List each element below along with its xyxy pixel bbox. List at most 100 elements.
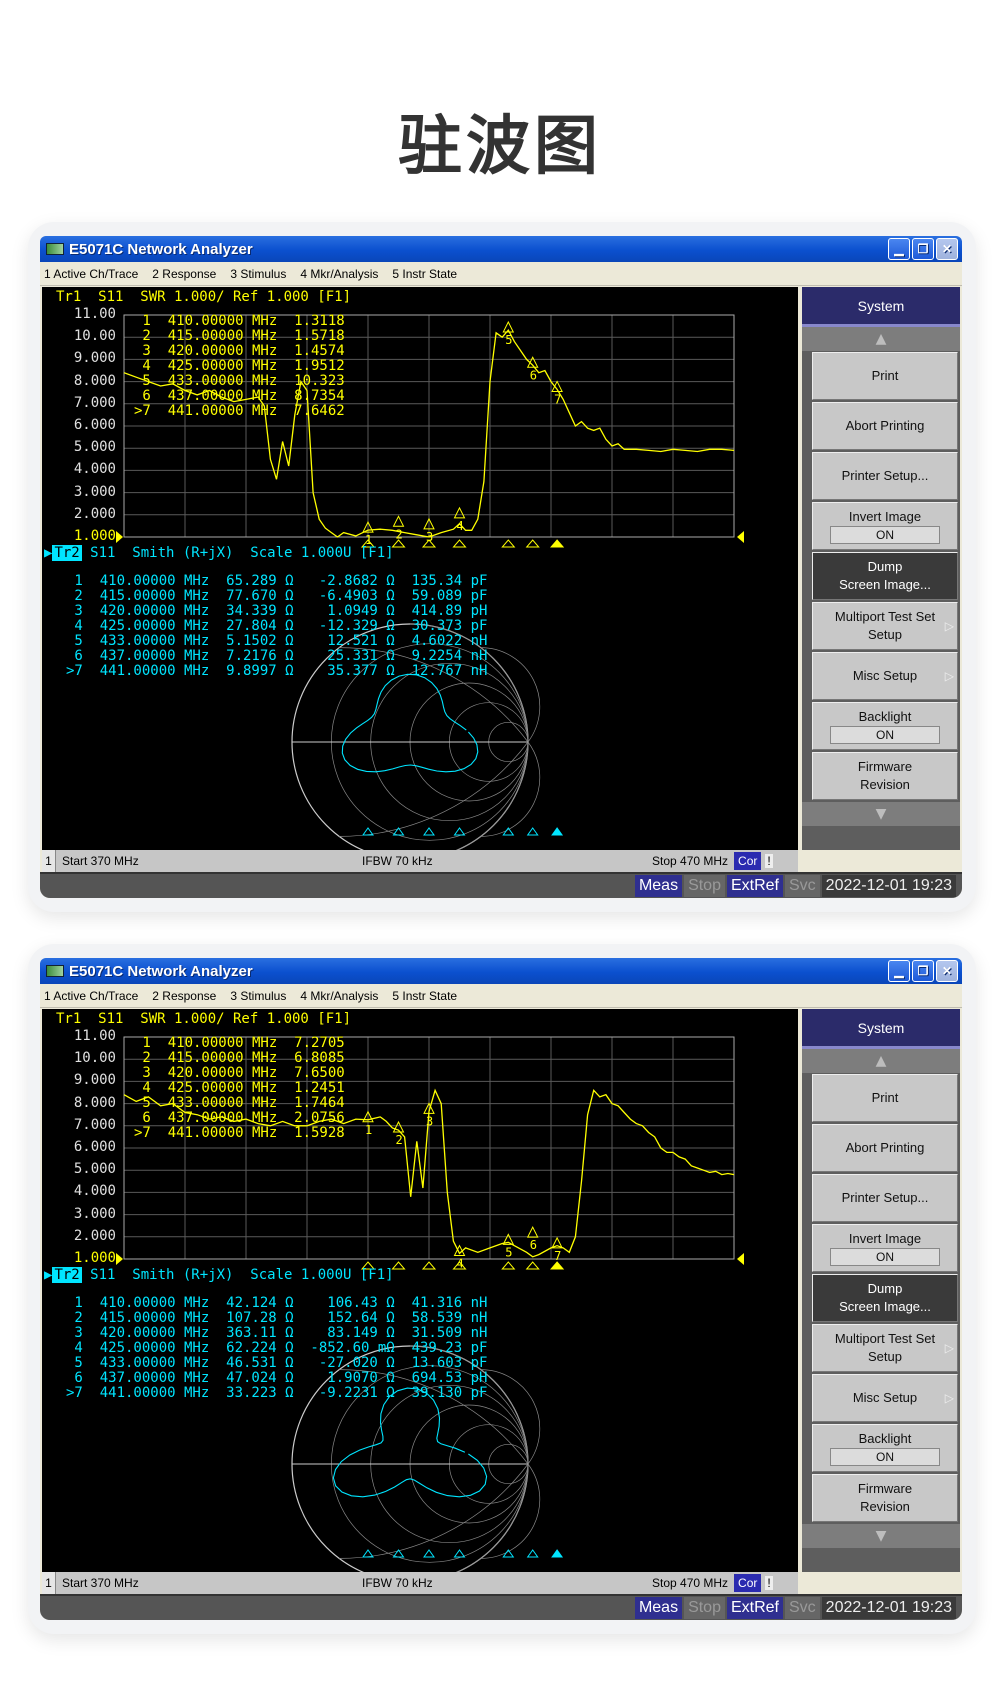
stimulus-bar: 1 Start 370 MHz IFBW 70 kHz Stop 470 MHz… (42, 1572, 798, 1594)
y-tick-label: 4.000 (48, 1183, 116, 1199)
scroll-down-icon[interactable]: ▼ (802, 1524, 960, 1548)
softkey-label: Abort Printing (846, 1139, 925, 1157)
softkey-dump-screen-image[interactable]: DumpScreen Image... (812, 552, 958, 600)
window-title: E5071C Network Analyzer (69, 241, 253, 258)
stop-frequency[interactable]: Stop 470 MHz (652, 854, 728, 868)
y-tick-label: 9.000 (48, 1072, 116, 1088)
restore-icon[interactable]: ❐ (912, 960, 934, 982)
menu-response[interactable]: 2 Response (152, 267, 216, 281)
stop-frequency[interactable]: Stop 470 MHz (652, 1576, 728, 1590)
trace-marker-label: 2 (396, 527, 403, 541)
softkey-misc-setup[interactable]: Misc Setup▷ (812, 652, 958, 700)
softkey-label: Revision (860, 1498, 910, 1516)
reference-level-icon (116, 531, 123, 543)
y-tick-label: 6.000 (48, 1139, 116, 1155)
scroll-up-icon[interactable]: ▲ (802, 1049, 960, 1073)
softkey-firmware-revision[interactable]: FirmwareRevision (812, 752, 958, 800)
softkey-backlight[interactable]: BacklightON (812, 1424, 958, 1472)
stimulus-marker-icon (502, 1262, 514, 1269)
softkey-abort-printing[interactable]: Abort Printing (812, 402, 958, 450)
reference-arrow-icon (737, 1253, 744, 1265)
softkey-label: Invert Image (849, 508, 921, 526)
menu-mkr-analysis[interactable]: 4 Mkr/Analysis (300, 989, 378, 1003)
softkey-label: Misc Setup (853, 667, 917, 685)
channel-number: 1 (42, 850, 56, 872)
tr2-marker-row: 3 420.00000 MHz 363.11 Ω 83.149 Ω 31.509… (66, 1326, 487, 1341)
tr2-header[interactable]: ▶Tr2 S11 Smith (R+jX) Scale 1.000U [F1] (44, 545, 394, 561)
y-tick-label: 5.000 (48, 439, 116, 455)
smith-trace (333, 1388, 486, 1497)
menu-mkr-analysis[interactable]: 4 Mkr/Analysis (300, 267, 378, 281)
softkey-invert-image[interactable]: Invert ImageON (812, 502, 958, 550)
tr2-marker-row: 4 425.00000 MHz 62.224 Ω -852.60 mΩ 439.… (66, 1341, 487, 1356)
softkey-print[interactable]: Print (812, 352, 958, 400)
softkey-multiport-test-set-setup[interactable]: Multiport Test SetSetup▷ (812, 602, 958, 650)
tr1-marker-row: 2 415.00000 MHz 1.5718 (134, 329, 345, 344)
softkey-backlight[interactable]: BacklightON (812, 702, 958, 750)
trace-marker-label: 5 (505, 333, 512, 347)
softkey-multiport-test-set-setup[interactable]: Multiport Test SetSetup▷ (812, 1324, 958, 1372)
restore-icon[interactable]: ❐ (912, 238, 934, 260)
y-tick-label: 4.000 (48, 461, 116, 477)
tr1-marker-row: 5 433.00000 MHz 10.323 (134, 374, 345, 389)
softkey-print[interactable]: Print (812, 1074, 958, 1122)
tr1-marker-row: 2 415.00000 MHz 6.8085 (134, 1051, 345, 1066)
close-icon[interactable]: ✕ (936, 960, 958, 982)
tr2-marker-row: 6 437.00000 MHz 7.2176 Ω 25.331 Ω 9.2254… (66, 649, 487, 664)
tr2-marker-row: 1 410.00000 MHz 65.289 Ω -2.8682 Ω 135.3… (66, 574, 487, 589)
ifbw[interactable]: IFBW 70 kHz (362, 854, 652, 868)
tr2-marker-row: 5 433.00000 MHz 5.1502 Ω 12.521 Ω 4.6022… (66, 634, 487, 649)
menu-active-ch-trace[interactable]: 1 Active Ch/Trace (44, 989, 138, 1003)
tr2-badge: Tr2 (52, 545, 81, 561)
measurement-screen: 1234567 Tr1 S11 SWR 1.000/ Ref 1.000 [F1… (42, 1009, 798, 1572)
softkey-label: Abort Printing (846, 417, 925, 435)
status-stop: Stop (684, 875, 725, 897)
ifbw[interactable]: IFBW 70 kHz (362, 1576, 652, 1590)
menu-stimulus[interactable]: 3 Stimulus (230, 989, 286, 1003)
start-frequency[interactable]: Start 370 MHz (62, 1576, 362, 1590)
softkey-invert-image[interactable]: Invert ImageON (812, 1224, 958, 1272)
softkey-printer-setup[interactable]: Printer Setup... (812, 1174, 958, 1222)
tr2-header[interactable]: ▶Tr2 S11 Smith (R+jX) Scale 1.000U [F1] (44, 1267, 394, 1283)
scroll-down-icon[interactable]: ▼ (802, 802, 960, 826)
page-title: 驻波图 (0, 95, 1000, 187)
y-tick-label: 8.000 (48, 1095, 116, 1111)
softkey-panel: System ▲ Print Abort Printing Printer Setu… (802, 1009, 960, 1572)
softkey-menu-title: System (802, 1009, 960, 1049)
tr2-badge: Tr2 (52, 1267, 81, 1283)
tr1-marker-row: 3 420.00000 MHz 7.6500 (134, 1066, 345, 1081)
smith-reactance-arc (481, 742, 540, 836)
tr2-marker-row: 4 425.00000 MHz 27.804 Ω -12.329 Ω 30.37… (66, 619, 487, 634)
tr2-marker-row: >7 441.00000 MHz 33.223 Ω -9.2231 Ω 39.1… (66, 1386, 487, 1401)
y-tick-label: 8.000 (48, 373, 116, 389)
stimulus-marker-icon (527, 540, 539, 547)
minimize-icon[interactable]: ▁ (888, 960, 910, 982)
y-tick-label: 11.00 (48, 1028, 116, 1044)
softkey-abort-printing[interactable]: Abort Printing (812, 1124, 958, 1172)
close-icon[interactable]: ✕ (936, 238, 958, 260)
menu-instr-state[interactable]: 5 Instr State (392, 989, 457, 1003)
menu-stimulus[interactable]: 3 Stimulus (230, 267, 286, 281)
scroll-up-icon[interactable]: ▲ (802, 327, 960, 351)
menu-active-ch-trace[interactable]: 1 Active Ch/Trace (44, 267, 138, 281)
menu-response[interactable]: 2 Response (152, 989, 216, 1003)
softkey-menu-title: System (802, 287, 960, 327)
softkey-label: Invert Image (849, 1230, 921, 1248)
softkey-firmware-revision[interactable]: FirmwareRevision (812, 1474, 958, 1522)
softkey-label: Revision (860, 776, 910, 794)
status-stop: Stop (684, 1597, 725, 1619)
softkey-value: ON (830, 526, 940, 544)
y-tick-label: 9.000 (48, 350, 116, 366)
tr1-marker-row: 6 437.00000 MHz 2.0756 (134, 1111, 345, 1126)
minimize-icon[interactable]: ▁ (888, 238, 910, 260)
y-tick-label: 2.000 (48, 506, 116, 522)
softkey-printer-setup[interactable]: Printer Setup... (812, 452, 958, 500)
start-frequency[interactable]: Start 370 MHz (62, 854, 362, 868)
status-datetime: 2022-12-01 19:23 (822, 875, 956, 897)
softkey-dump-screen-image[interactable]: DumpScreen Image... (812, 1274, 958, 1322)
softkey-misc-setup[interactable]: Misc Setup▷ (812, 1374, 958, 1422)
status-meas: Meas (635, 875, 682, 897)
menu-instr-state[interactable]: 5 Instr State (392, 267, 457, 281)
menu-bar: 1 Active Ch/Trace 2 Response 3 Stimulus … (40, 262, 962, 286)
stimulus-marker-icon (551, 540, 563, 547)
